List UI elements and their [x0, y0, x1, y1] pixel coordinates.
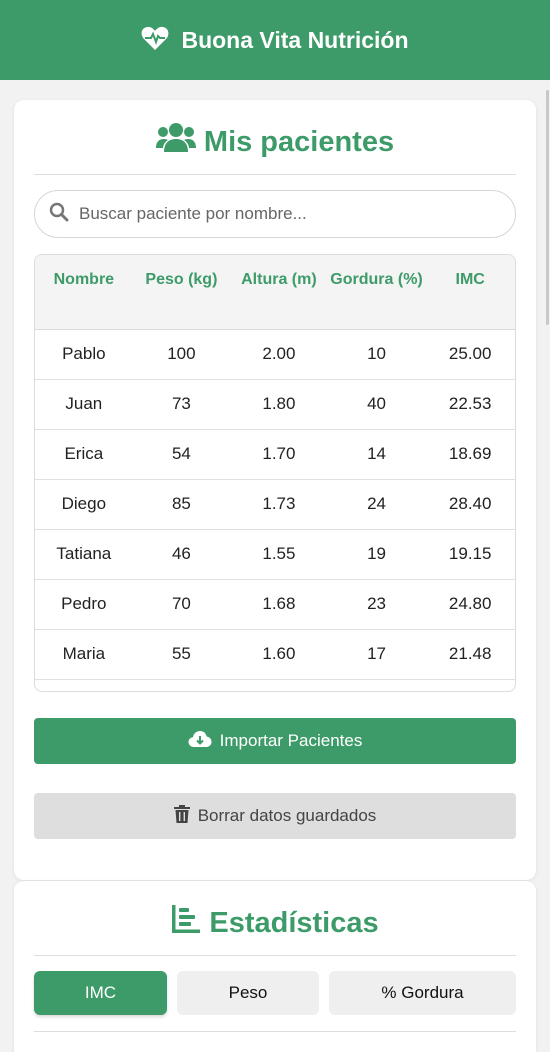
- cell-imc: 22.53: [425, 379, 515, 430]
- table-row[interactable]: Erica 54 1.70 14 18.69: [35, 429, 515, 480]
- cell-altura: 1.68: [230, 579, 328, 630]
- header-imc[interactable]: IMC: [425, 255, 515, 329]
- heart-pulse-icon: [141, 25, 169, 56]
- cell-imc: 21.48: [425, 629, 515, 680]
- tab-peso[interactable]: Peso: [177, 971, 319, 1015]
- cell-nombre: Juan: [35, 379, 133, 430]
- cell-peso: 46: [132, 529, 231, 580]
- patients-title-text: Mis pacientes: [203, 125, 395, 158]
- cell-imc: 28.40: [425, 479, 515, 530]
- table-row[interactable]: Pedro 70 1.68 23 24.80: [35, 579, 515, 630]
- statistics-title: Estadísticas: [14, 903, 536, 943]
- table-row[interactable]: Juan 73 1.80 40 22.53: [35, 379, 515, 430]
- cell-peso: 73: [132, 379, 231, 430]
- cell-gordura: 23: [327, 579, 426, 630]
- search-input[interactable]: [79, 204, 479, 224]
- app-header: Buona Vita Nutrición: [0, 0, 550, 80]
- patients-title: Mis pacientes: [14, 122, 536, 162]
- cell-altura: 2.00: [230, 329, 328, 380]
- cell-gordura: 40: [327, 379, 426, 430]
- cell-altura: 1.60: [230, 629, 328, 680]
- cell-nombre: Maria: [35, 629, 133, 680]
- cell-altura: 1.80: [230, 379, 328, 430]
- search-icon: [49, 202, 69, 227]
- cell-altura: 1.70: [230, 429, 328, 480]
- users-icon: [155, 122, 196, 162]
- cell-imc: 25.00: [425, 329, 515, 380]
- tabs-divider: [34, 1031, 516, 1032]
- cell-imc: 19.15: [425, 529, 515, 580]
- cloud-download-icon: [188, 730, 212, 753]
- table-row[interactable]: Maria 55 1.60 17 21.48: [35, 629, 515, 680]
- page-scrollbar[interactable]: [544, 80, 550, 330]
- scrollbar-thumb[interactable]: [546, 90, 549, 325]
- cell-gordura: 10: [327, 329, 426, 380]
- cell-nombre: Tatiana: [35, 529, 133, 580]
- stats-title-divider: [34, 955, 516, 956]
- chart-bar-icon: [171, 904, 201, 942]
- cell-peso: 55: [132, 629, 231, 680]
- search-box[interactable]: [34, 190, 516, 238]
- header-nombre[interactable]: Nombre: [35, 255, 133, 329]
- cell-peso: 85: [132, 479, 231, 530]
- cell-imc: 24.80: [425, 579, 515, 630]
- cell-gordura: 24: [327, 479, 426, 530]
- title-divider: [34, 174, 516, 175]
- cell-peso: 100: [132, 329, 231, 380]
- statistics-tabs: IMC Peso % Gordura: [34, 971, 516, 1015]
- delete-saved-data-button[interactable]: Borrar datos guardados: [34, 793, 516, 839]
- tab-gordura[interactable]: % Gordura: [329, 971, 516, 1015]
- cell-peso: 70: [132, 579, 231, 630]
- statistics-card: Estadísticas IMC Peso % Gordura: [14, 881, 536, 1052]
- cell-peso: 54: [132, 429, 231, 480]
- cell-gordura: 14: [327, 429, 426, 480]
- cell-nombre: Diego: [35, 479, 133, 530]
- delete-button-label: Borrar datos guardados: [197, 806, 377, 825]
- statistics-title-text: Estadísticas: [209, 906, 379, 939]
- cell-altura: 1.73: [230, 479, 328, 530]
- header-peso[interactable]: Peso (kg): [133, 255, 230, 329]
- cell-nombre: Pablo: [35, 329, 133, 380]
- app-title: Buona Vita Nutrición: [181, 26, 409, 53]
- import-patients-button[interactable]: Importar Pacientes: [34, 718, 516, 764]
- table-row[interactable]: Tatiana 46 1.55 19 19.15: [35, 529, 515, 580]
- patients-table: Nombre Peso (kg) Altura (m) Gordura (%) …: [34, 254, 516, 692]
- table-row[interactable]: Pablo 100 2.00 10 25.00: [35, 329, 515, 380]
- cell-gordura: 19: [327, 529, 426, 580]
- cell-nombre: Erica: [35, 429, 133, 480]
- table-header-row: Nombre Peso (kg) Altura (m) Gordura (%) …: [35, 255, 515, 329]
- patients-card: Mis pacientes Nombre Peso (kg) Altura (m…: [14, 100, 536, 880]
- table-row[interactable]: Diego 85 1.73 24 28.40: [35, 479, 515, 530]
- header-gordura[interactable]: Gordura (%): [328, 255, 426, 329]
- cell-altura: 1.55: [230, 529, 328, 580]
- import-button-label: Importar Pacientes: [219, 731, 363, 750]
- cell-gordura: 17: [327, 629, 426, 680]
- trash-icon: [173, 804, 190, 828]
- cell-nombre: Pedro: [35, 579, 133, 630]
- tab-imc[interactable]: IMC: [34, 971, 167, 1015]
- header-altura[interactable]: Altura (m): [230, 255, 328, 329]
- cell-imc: 18.69: [425, 429, 515, 480]
